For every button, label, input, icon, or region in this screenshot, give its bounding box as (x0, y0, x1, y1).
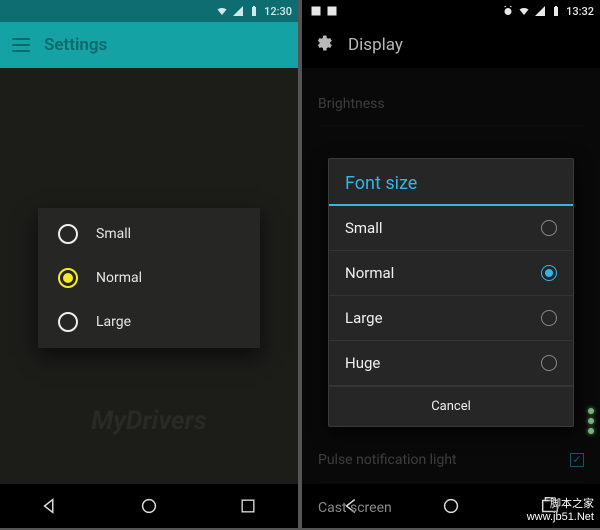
screenshot-icon (310, 5, 322, 17)
action-bar: Display (302, 22, 600, 68)
option-label: Large (96, 314, 131, 330)
cast-row[interactable]: Cast screen (318, 486, 584, 530)
nav-bar (0, 484, 298, 528)
clock: 12:30 (264, 5, 292, 18)
nav-home-button[interactable] (121, 490, 177, 522)
battery-icon (248, 5, 260, 17)
radio-icon (541, 265, 557, 281)
action-bar: Settings (0, 22, 298, 68)
gear-icon[interactable] (314, 33, 334, 58)
alarm-icon (502, 5, 514, 17)
wifi-icon (518, 5, 530, 17)
option-small[interactable]: Small (38, 212, 260, 256)
option-label: Normal (345, 264, 394, 282)
page-title: Settings (44, 35, 107, 55)
wifi-icon (216, 5, 228, 17)
content-area: Brightness Pulse notification light ✓ Ca… (302, 68, 600, 484)
phone-right: 13:32 Display Brightness Pulse notificat… (302, 0, 600, 528)
font-size-dialog: Font size Small Normal Large Huge Cancel (328, 158, 574, 427)
phone-left: 12:30 Settings MyDrivers Small Normal La… (0, 0, 298, 528)
nav-back-button[interactable] (22, 490, 78, 522)
signal-icon (232, 5, 244, 17)
option-label: Small (345, 219, 383, 237)
signal-icon (534, 5, 546, 17)
content-area: MyDrivers Small Normal Large (0, 68, 298, 484)
status-bar: 12:30 (0, 0, 298, 22)
radio-icon (58, 268, 78, 288)
option-huge[interactable]: Huge (329, 341, 573, 386)
menu-icon[interactable] (12, 38, 30, 52)
status-bar: 13:32 (302, 0, 600, 22)
font-size-dialog: Small Normal Large (38, 208, 260, 348)
battery-icon (550, 5, 562, 17)
option-normal[interactable]: Normal (38, 256, 260, 300)
nav-recent-button[interactable] (220, 490, 276, 522)
page-title: Display (348, 35, 403, 55)
option-label: Huge (345, 354, 380, 372)
watermark-mydrivers: MyDrivers (0, 406, 298, 436)
option-label: Normal (96, 270, 142, 286)
option-small[interactable]: Small (329, 206, 573, 251)
option-large[interactable]: Large (329, 296, 573, 341)
option-label: Small (96, 226, 131, 242)
radio-icon (541, 220, 557, 236)
radio-icon (541, 310, 557, 326)
row-label: Cast screen (318, 500, 392, 516)
option-normal[interactable]: Normal (329, 251, 573, 296)
cancel-button[interactable]: Cancel (329, 386, 573, 426)
option-label: Large (345, 309, 383, 327)
radio-icon (58, 312, 78, 332)
screenshot-icon (326, 5, 338, 17)
dialog-title: Font size (329, 159, 573, 206)
radio-icon (541, 355, 557, 371)
clock: 13:32 (566, 5, 594, 18)
option-large[interactable]: Large (38, 300, 260, 344)
radio-icon (58, 224, 78, 244)
overflow-icon[interactable] (588, 408, 594, 434)
